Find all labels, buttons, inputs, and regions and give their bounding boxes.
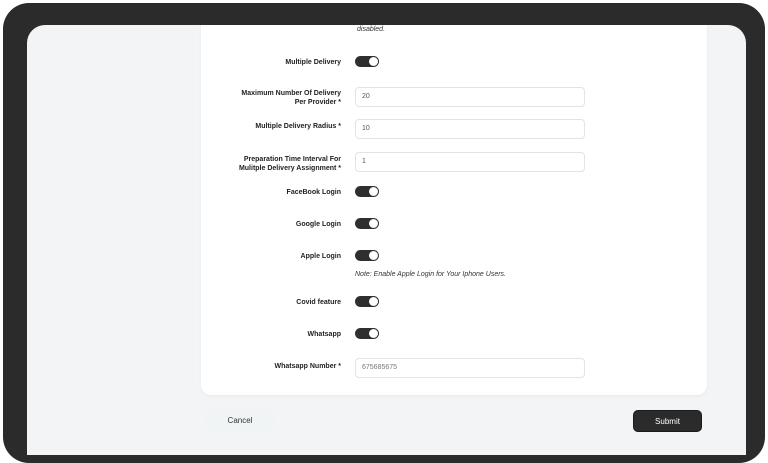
apple-login-toggle[interactable] [355,250,379,261]
max-delivery-input[interactable]: 20 [355,87,585,107]
covid-feature-toggle[interactable] [355,296,379,307]
prep-interval-input[interactable]: 1 [355,152,585,172]
max-delivery-label-line1: Maximum Number Of Delivery [241,90,341,97]
covid-feature-label: Covid feature [296,299,341,306]
top-note: disabled. [357,26,386,33]
toggle-knob [369,57,378,66]
prep-interval-label-line1: Preparation Time Interval For [243,156,341,163]
toggle-knob [369,187,378,196]
max-delivery-label-line2: Per Provider * [294,99,341,106]
whatsapp-number-label: Whatsapp Number * [274,363,341,370]
app-screen: disabled. Multiple Delivery Maximum Numb… [27,25,746,455]
google-login-label: Google Login [295,221,341,228]
whatsapp-label: Whatsapp [307,331,341,338]
delivery-radius-input[interactable]: 10 [355,119,585,139]
whatsapp-number-input[interactable]: 675685675 [355,358,585,378]
submit-button[interactable]: Submit [633,410,702,432]
max-delivery-label: Maximum Number Of Delivery Per Provider … [161,89,341,107]
prep-interval-label: Preparation Time Interval For Mulitple D… [161,155,341,173]
cancel-button[interactable]: Cancel [205,410,275,432]
facebook-login-label: FaceBook Login [286,189,341,196]
prep-interval-label-line2: Mulitple Delivery Assignment * [238,165,341,172]
toggle-knob [369,219,378,228]
facebook-login-toggle[interactable] [355,186,379,197]
device-frame: disabled. Multiple Delivery Maximum Numb… [3,3,765,463]
toggle-knob [369,297,378,306]
toggle-knob [369,251,378,260]
toggle-knob [369,329,378,338]
apple-login-note: Note: Enable Apple Login for Your Iphone… [355,271,506,278]
apple-login-label: Apple Login [300,253,341,260]
multiple-delivery-label: Multiple Delivery [285,59,341,66]
whatsapp-toggle[interactable] [355,328,379,339]
multiple-delivery-toggle[interactable] [355,56,379,67]
delivery-radius-label: Multiple Delivery Radius * [255,123,341,130]
settings-card: disabled. Multiple Delivery Maximum Numb… [201,25,707,395]
google-login-toggle[interactable] [355,218,379,229]
